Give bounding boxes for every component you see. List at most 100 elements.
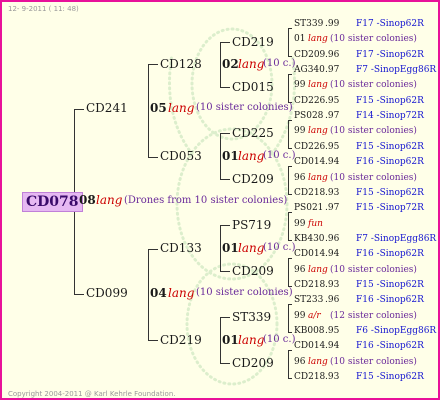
gen4-id[interactable]: CD218 <box>294 373 325 382</box>
gen3-c-bottom-id[interactable]: CD209 <box>232 265 274 277</box>
gen4-id[interactable]: CD014 <box>294 250 325 259</box>
connector-line <box>288 350 289 378</box>
gen4-id[interactable]: CD218 <box>294 188 325 198</box>
gen4-id[interactable]: PS028 <box>294 112 323 121</box>
connector-line <box>220 179 230 180</box>
gen4-group-breed: fun <box>308 218 323 229</box>
gen2-d-note: (10 c.) <box>263 334 296 345</box>
gen1-bottom-year: 04 <box>150 286 167 300</box>
connector-line <box>288 332 292 333</box>
connector-line <box>288 120 289 148</box>
gen3-b-bottom-id[interactable]: CD209 <box>232 173 274 185</box>
gen3-a-bottom-id[interactable]: CD015 <box>232 81 274 93</box>
gen4-id[interactable]: PS021 <box>294 204 323 213</box>
connector-line <box>220 363 230 364</box>
gen4-id[interactable]: ST339 <box>294 20 323 29</box>
gen1-top-note: (10 sister colonies) <box>196 102 293 113</box>
connector-line <box>220 225 230 226</box>
gen4-group-breed: lang <box>308 126 328 137</box>
gen3-b-top-id[interactable]: CD225 <box>232 127 274 139</box>
gen4-group-note: (12 sister colonies) <box>330 310 417 321</box>
gen4-pedigree-link[interactable]: F6 -SinopEgg86R <box>356 327 436 336</box>
gen4-pedigree-link[interactable]: F7 -SinopEgg86R <box>356 234 436 244</box>
gen1-top-id[interactable]: CD241 <box>86 102 128 114</box>
gen4-group-breed: lang <box>308 356 328 367</box>
gen1-bottom-note: (10 sister colonies) <box>196 287 293 298</box>
gen2-b-id[interactable]: CD053 <box>160 150 202 162</box>
gen4-id[interactable]: CD226 <box>294 96 325 106</box>
gen4-group-year: 96 <box>294 264 306 275</box>
gen2-c-note: (10 c.) <box>263 242 296 253</box>
gen4-pedigree-link[interactable]: F15 -Sinop62R <box>356 373 424 382</box>
connector-line <box>220 317 230 318</box>
gen4-id[interactable]: AG340 <box>294 66 325 75</box>
gen4-id[interactable]: ST233 <box>294 296 323 305</box>
gen4-pedigree-link[interactable]: F15 -Sinop62R <box>356 280 424 290</box>
connector-line <box>288 212 292 213</box>
root-year: 08 <box>79 193 96 207</box>
gen4-pedigree-link[interactable]: F16 -Sinop62R <box>356 296 424 305</box>
gen2-a-id[interactable]: CD128 <box>160 58 202 70</box>
gen1-bottom-id[interactable]: CD099 <box>86 287 128 299</box>
gen2-d-id[interactable]: CD219 <box>160 334 202 346</box>
gen3-d-bottom-id[interactable]: CD209 <box>232 357 274 369</box>
connector-line <box>220 133 221 179</box>
gen2-a-note: (10 c.) <box>263 58 296 69</box>
gen4-year: .94 <box>325 341 340 352</box>
gen4-id[interactable]: CD014 <box>294 342 325 351</box>
gen3-a-top-id[interactable]: CD219 <box>232 36 274 48</box>
gen4-pedigree-link[interactable]: F16 -Sinop62R <box>356 158 424 167</box>
connector-line <box>288 258 289 286</box>
connector-line <box>288 194 292 195</box>
date-stamp: 12- 9-2011 ( 11: 48) <box>8 5 79 13</box>
root-queen-id[interactable]: CD078 <box>22 192 83 212</box>
connector-line <box>288 378 292 379</box>
gen4-id[interactable]: CD014 <box>294 158 325 167</box>
connector-line <box>288 120 292 121</box>
gen4-pedigree-link[interactable]: F17 -Sinop62R <box>356 20 424 29</box>
connector-line <box>288 28 292 29</box>
gen4-group-year: 99 <box>294 310 306 321</box>
gen4-id[interactable]: CD209 <box>294 50 325 60</box>
gen4-pedigree-link[interactable]: F15 -Sinop72R <box>356 204 424 213</box>
gen4-pedigree-link[interactable]: F16 -Sinop62R <box>356 342 424 351</box>
connector-line <box>148 64 158 65</box>
gen4-pedigree-link[interactable]: F7 -SinopEgg86R <box>356 66 436 75</box>
gen4-pedigree-link[interactable]: F15 -Sinop62R <box>356 142 424 152</box>
connector-line <box>288 148 292 149</box>
root-breed: lang <box>96 193 123 207</box>
gen4-id[interactable]: KB430 <box>294 234 325 244</box>
gen4-group-note: (10 sister colonies) <box>330 126 417 137</box>
gen4-group-breed: lang <box>308 80 328 91</box>
gen4-group-year: 01 <box>294 34 306 45</box>
gen3-d-top-id[interactable]: ST339 <box>232 311 271 323</box>
connector-line <box>220 317 221 363</box>
connector-line <box>288 304 292 305</box>
gen4-year: .96 <box>325 49 340 60</box>
connector-line <box>220 87 230 88</box>
gen4-id[interactable]: CD226 <box>294 142 325 152</box>
gen4-pedigree-link[interactable]: F17 -Sinop62R <box>356 50 424 60</box>
gen4-year: .99 <box>325 19 340 29</box>
gen2-c-id[interactable]: CD133 <box>160 242 202 254</box>
gen4-year: .95 <box>325 141 340 152</box>
gen4-pedigree-link[interactable]: F14 -Sinop72R <box>356 112 424 121</box>
gen4-group-breed: a/r <box>308 310 321 321</box>
gen4-id[interactable]: CD218 <box>294 280 325 290</box>
connector-line <box>288 166 292 167</box>
gen4-year: .93 <box>325 279 340 290</box>
gen3-c-top-id[interactable]: PS719 <box>232 219 271 231</box>
connector-line <box>148 64 149 157</box>
gen4-group-year: 96 <box>294 172 306 183</box>
connector-line <box>288 166 289 194</box>
gen4-pedigree-link[interactable]: F15 -Sinop62R <box>356 188 424 198</box>
gen1-bottom-breed: lang <box>168 286 195 300</box>
connector-line <box>148 249 149 340</box>
gen4-id[interactable]: KB008 <box>294 327 325 336</box>
gen4-pedigree-link[interactable]: F16 -Sinop62R <box>356 250 424 259</box>
gen4-year: .94 <box>325 157 340 168</box>
gen1-top-year: 05 <box>150 101 167 115</box>
connector-line <box>148 157 158 158</box>
gen4-pedigree-link[interactable]: F15 -Sinop62R <box>356 96 424 106</box>
gen4-year: .97 <box>325 65 340 76</box>
